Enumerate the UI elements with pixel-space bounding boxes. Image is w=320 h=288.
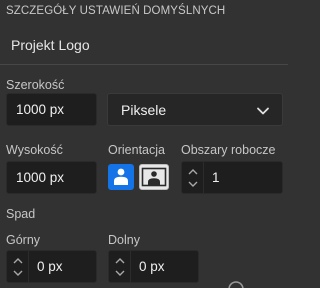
section-title: SZCZEGÓŁY USTAWIEŃ DOMYŚLNYCH bbox=[6, 5, 226, 17]
artboards-stepper[interactable] bbox=[182, 162, 204, 193]
units-value: Piksele bbox=[121, 102, 167, 118]
chevron-up-icon[interactable] bbox=[13, 258, 23, 264]
width-label: Szerokość bbox=[6, 78, 65, 92]
person-landscape-icon bbox=[141, 167, 167, 187]
link-padding-toggle[interactable] bbox=[226, 279, 246, 288]
units-select[interactable]: Piksele bbox=[107, 93, 283, 126]
document-name-field[interactable]: Projekt Logo bbox=[11, 37, 90, 53]
artboards-value: 1 bbox=[212, 170, 220, 185]
padding-top-label: Górny bbox=[6, 233, 41, 247]
padding-bottom-stepper[interactable] bbox=[109, 251, 131, 282]
chevron-up-icon[interactable] bbox=[188, 169, 198, 175]
height-value: 1000 px bbox=[16, 170, 65, 185]
padding-top-value: 0 px bbox=[37, 259, 63, 274]
person-portrait-icon bbox=[114, 168, 128, 185]
chevron-down-icon[interactable] bbox=[13, 270, 23, 276]
padding-top-stepper[interactable] bbox=[7, 251, 29, 282]
orientation-landscape-button[interactable] bbox=[139, 164, 169, 190]
height-label: Wysokość bbox=[6, 143, 63, 157]
chevron-down-icon bbox=[257, 107, 269, 115]
padding-bottom-input[interactable]: 0 px bbox=[108, 250, 199, 283]
orientation-portrait-button[interactable] bbox=[108, 164, 134, 190]
width-input[interactable]: 1000 px bbox=[6, 93, 97, 126]
chevron-up-icon[interactable] bbox=[115, 258, 125, 264]
width-value: 1000 px bbox=[16, 102, 65, 117]
chevron-down-icon[interactable] bbox=[115, 270, 125, 276]
artboards-input[interactable]: 1 bbox=[181, 161, 283, 194]
orientation-label: Orientacja bbox=[108, 143, 165, 157]
height-input[interactable]: 1000 px bbox=[6, 161, 97, 194]
padding-bottom-value: 0 px bbox=[139, 259, 165, 274]
padding-top-input[interactable]: 0 px bbox=[6, 250, 97, 283]
link-icon bbox=[228, 281, 244, 288]
artboards-label: Obszary robocze bbox=[181, 143, 276, 157]
padding-label: Spad bbox=[6, 207, 36, 221]
padding-bottom-label: Dolny bbox=[108, 233, 140, 247]
chevron-down-icon[interactable] bbox=[188, 181, 198, 187]
divider bbox=[0, 64, 288, 65]
